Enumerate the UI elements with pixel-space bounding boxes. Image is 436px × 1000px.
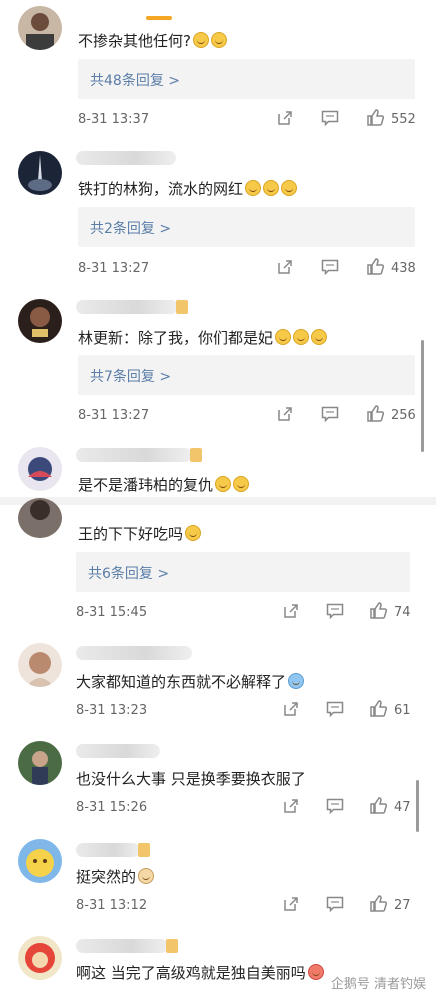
username-blurred[interactable] bbox=[76, 744, 160, 758]
avatar[interactable] bbox=[18, 498, 62, 538]
username-blurred[interactable] bbox=[76, 939, 168, 953]
like-count: 27 bbox=[394, 898, 411, 913]
like-icon[interactable] bbox=[366, 257, 385, 276]
comment-icon[interactable] bbox=[321, 259, 339, 276]
emoji-icon bbox=[215, 476, 232, 492]
comment-icon[interactable] bbox=[321, 110, 339, 127]
replies-label: 共7条回复 > bbox=[90, 369, 172, 385]
username-blurred[interactable] bbox=[76, 448, 192, 462]
avatar[interactable] bbox=[18, 6, 62, 50]
emoji-icon bbox=[185, 525, 202, 541]
timestamp: 8-31 13:27 bbox=[78, 261, 150, 276]
emoji-icon bbox=[192, 32, 209, 48]
like-icon[interactable] bbox=[369, 601, 388, 620]
share-icon[interactable] bbox=[276, 109, 294, 127]
replies-button[interactable]: 共48条回复 > bbox=[78, 59, 415, 99]
avatar[interactable] bbox=[18, 643, 62, 687]
scrollbar[interactable] bbox=[421, 340, 424, 452]
username-blurred[interactable] bbox=[76, 151, 176, 165]
replies-button[interactable]: 共7条回复 > bbox=[78, 355, 415, 395]
replies-label: 共6条回复 > bbox=[88, 566, 170, 582]
timestamp: 8-31 15:26 bbox=[76, 800, 148, 815]
timestamp: 8-31 13:23 bbox=[76, 703, 148, 718]
timestamp: 8-31 15:45 bbox=[76, 605, 148, 620]
replies-button[interactable]: 共2条回复 > bbox=[78, 207, 415, 247]
emoji-icon bbox=[311, 329, 328, 345]
vip-badge bbox=[176, 300, 188, 314]
avatar[interactable] bbox=[18, 839, 62, 883]
share-icon[interactable] bbox=[282, 700, 300, 718]
timestamp: 8-31 13:37 bbox=[78, 112, 150, 127]
replies-button[interactable]: 共6条回复 > bbox=[76, 552, 410, 592]
avatar[interactable] bbox=[18, 151, 62, 195]
username-blurred[interactable] bbox=[76, 646, 192, 660]
comment-text: 挺突然的 bbox=[76, 866, 155, 887]
emoji-icon bbox=[233, 476, 250, 492]
vip-badge bbox=[138, 843, 150, 857]
comment-text: 王的下下好吃吗 bbox=[78, 523, 202, 544]
comment-text: 不掺杂其他任何? bbox=[78, 30, 227, 51]
comment-text: 是不是潘玮柏的复仇 bbox=[78, 474, 250, 495]
emoji-icon bbox=[281, 180, 298, 196]
like-count: 438 bbox=[391, 261, 416, 276]
comment-text: 铁打的林狗，流水的网红 bbox=[78, 178, 298, 199]
emoji-icon bbox=[263, 180, 280, 196]
like-icon[interactable] bbox=[366, 404, 385, 423]
timestamp: 8-31 13:12 bbox=[76, 898, 148, 913]
comment-text: 大家都知道的东西就不必解释了 bbox=[76, 671, 305, 692]
username-blurred[interactable] bbox=[76, 300, 178, 314]
vip-badge bbox=[166, 939, 178, 953]
avatar[interactable] bbox=[18, 447, 62, 491]
emoji-icon bbox=[245, 180, 262, 196]
avatar[interactable] bbox=[18, 299, 62, 343]
vip-badge bbox=[190, 448, 202, 462]
like-icon[interactable] bbox=[369, 894, 388, 913]
watermark: 企鹅号 清者钓娱 bbox=[330, 977, 426, 992]
like-count: 552 bbox=[391, 112, 416, 127]
like-count: 61 bbox=[394, 703, 411, 718]
comment-text: 也没什么大事 只是换季要换衣服了 bbox=[76, 770, 306, 788]
share-icon[interactable] bbox=[282, 895, 300, 913]
like-icon[interactable] bbox=[369, 699, 388, 718]
like-count: 256 bbox=[391, 408, 416, 423]
replies-label: 共2条回复 > bbox=[90, 221, 172, 237]
comment-icon[interactable] bbox=[321, 406, 339, 423]
like-count: 47 bbox=[394, 800, 411, 815]
comment-icon[interactable] bbox=[326, 701, 344, 718]
avatar[interactable] bbox=[18, 741, 62, 785]
emoji-icon bbox=[210, 32, 227, 48]
replies-label: 共48条回复 > bbox=[90, 73, 180, 89]
emoji-icon bbox=[307, 964, 324, 980]
like-icon[interactable] bbox=[366, 108, 385, 127]
like-count: 74 bbox=[394, 605, 411, 620]
scroll-indicator bbox=[146, 16, 172, 20]
screenshot-seam bbox=[0, 497, 436, 505]
emoji-icon bbox=[275, 329, 292, 345]
like-icon[interactable] bbox=[369, 796, 388, 815]
avatar[interactable] bbox=[18, 936, 62, 980]
share-icon[interactable] bbox=[276, 405, 294, 423]
comment-icon[interactable] bbox=[326, 798, 344, 815]
timestamp: 8-31 13:27 bbox=[78, 408, 150, 423]
comment-icon[interactable] bbox=[326, 896, 344, 913]
emoji-icon bbox=[288, 673, 305, 689]
username-blurred[interactable] bbox=[76, 843, 140, 857]
scrollbar[interactable] bbox=[416, 780, 419, 832]
share-icon[interactable] bbox=[282, 797, 300, 815]
share-icon[interactable] bbox=[276, 258, 294, 276]
share-icon[interactable] bbox=[282, 602, 300, 620]
comment-icon[interactable] bbox=[326, 603, 344, 620]
comment-text: 啊这 当完了高级鸡就是独自美丽吗 bbox=[76, 962, 324, 983]
emoji-icon bbox=[138, 868, 155, 884]
comment-text: 林更新：除了我，你们都是妃 bbox=[78, 327, 328, 348]
emoji-icon bbox=[293, 329, 310, 345]
